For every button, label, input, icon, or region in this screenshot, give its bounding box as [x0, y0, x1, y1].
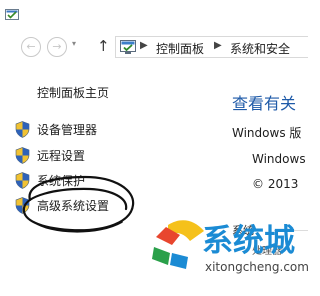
watermark-url: xitongcheng.com	[205, 260, 308, 274]
task-label: 高级系统设置	[37, 199, 110, 213]
breadcrumb-control-panel[interactable]: 控制面板	[156, 40, 204, 57]
shield-icon	[15, 147, 30, 164]
watermark-brand: 系统城	[202, 223, 295, 259]
system-window-icon	[5, 9, 19, 20]
up-button[interactable]: ↑	[97, 37, 110, 55]
control-panel-window: ← → ▾ ↑ ▶ 控制面板 ▶ 系统和安全 控制面板主页 设备管理器 远程设置…	[0, 0, 308, 296]
recent-locations-dropdown[interactable]: ▾	[72, 39, 76, 48]
task-label: 远程设置	[37, 149, 86, 163]
windows-logo-icon	[152, 220, 204, 269]
windows-edition-label: Windows 版	[232, 126, 302, 140]
chevron-down-icon: ▾	[72, 39, 77, 48]
forward-arrow-icon: →	[52, 40, 62, 53]
back-arrow-icon: ←	[26, 40, 36, 53]
control-panel-icon	[120, 40, 136, 54]
title-bar	[0, 0, 308, 30]
breadcrumb-system-security[interactable]: 系统和安全	[230, 40, 290, 57]
windows-edition-name: Windows	[252, 152, 306, 166]
back-button[interactable]: ←	[21, 37, 41, 57]
copyright-text: © 2013	[252, 177, 299, 191]
address-bar[interactable]: ▶ 控制面板 ▶ 系统和安全	[115, 36, 308, 58]
navigation-bar: ← → ▾ ↑ ▶ 控制面板 ▶ 系统和安全	[0, 34, 308, 60]
breadcrumb-separator-icon[interactable]: ▶	[214, 40, 222, 51]
shield-icon	[15, 197, 30, 214]
shield-icon	[15, 121, 30, 138]
forward-button[interactable]: →	[47, 37, 67, 57]
shield-icon	[15, 172, 30, 189]
breadcrumb-separator-icon: ▶	[140, 40, 148, 51]
site-watermark: 系统城 xitongcheng.com	[150, 213, 308, 296]
task-label: 设备管理器	[37, 123, 98, 137]
page-heading: 查看有关	[232, 94, 297, 113]
task-label: 系统保护	[37, 174, 86, 188]
control-panel-home-link[interactable]: 控制面板主页	[37, 84, 109, 101]
up-arrow-icon: ↑	[97, 37, 110, 55]
